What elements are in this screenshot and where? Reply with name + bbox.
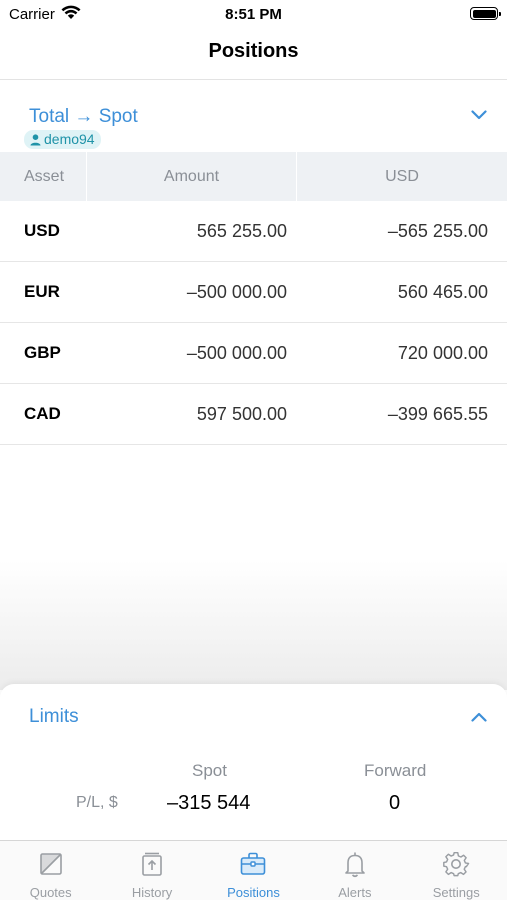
chevron-down-icon[interactable] [471, 110, 487, 120]
status-time: 8:51 PM [225, 6, 282, 23]
limits-panel: Limits Spot Forward P/L, $ –315 544 0 [0, 684, 507, 840]
amount-cell: 565 255.00 [196, 220, 287, 241]
table-row[interactable]: CAD 597 500.00 –399 665.55 [0, 384, 507, 445]
table-row[interactable]: GBP –500 000.00 720 000.00 [0, 323, 507, 384]
quotes-icon [39, 853, 62, 875]
account-badge: demo94 [24, 130, 101, 149]
chevron-up-icon[interactable] [471, 712, 487, 722]
asset-cell: EUR [24, 282, 60, 301]
tab-label: Alerts [338, 885, 372, 900]
bell-icon [345, 852, 365, 878]
filter-title[interactable]: Total → Spot [29, 106, 138, 128]
column-header-asset[interactable]: Asset [0, 152, 87, 201]
limits-spot-value: –315 544 [167, 792, 251, 814]
positions-filter-header[interactable]: Total → Spot demo94 [0, 80, 507, 152]
tab-history[interactable]: History [101, 841, 202, 900]
positions-icon [241, 852, 266, 875]
tab-label: Positions [227, 885, 280, 900]
table-header: Asset Amount USD [0, 152, 507, 201]
limits-forward-value: 0 [389, 792, 401, 814]
limits-row-label: P/L, $ [76, 794, 118, 811]
amount-cell: 597 500.00 [196, 403, 287, 424]
status-bar: Carrier 8:51 PM [0, 0, 507, 28]
user-icon [30, 133, 41, 145]
tab-positions[interactable]: Positions [203, 841, 304, 900]
asset-cell: CAD [24, 404, 61, 423]
table-row[interactable]: EUR –500 000.00 560 465.00 [0, 262, 507, 323]
limits-column-spot: Spot [192, 761, 227, 780]
tab-label: Quotes [29, 885, 72, 900]
column-header-amount[interactable]: Amount [87, 152, 297, 201]
page-title: Positions [208, 40, 299, 62]
battery-icon [470, 7, 501, 20]
limits-title[interactable]: Limits [29, 706, 79, 728]
nav-bar: Positions [0, 28, 507, 80]
usd-cell: –399 665.55 [387, 403, 488, 424]
positions-table: Asset Amount USD USD 565 255.00 –565 255… [0, 152, 507, 445]
tab-quotes[interactable]: Quotes [0, 841, 101, 900]
tab-label: Settings [432, 885, 480, 900]
history-icon [142, 852, 162, 876]
asset-cell: GBP [24, 343, 61, 362]
amount-cell: –500 000.00 [186, 342, 287, 363]
background-fade [0, 560, 507, 690]
account-name: demo94 [44, 131, 95, 147]
table-row[interactable]: USD 565 255.00 –565 255.00 [0, 201, 507, 262]
tab-bar: Quotes History Positions Alerts Settings [0, 840, 507, 900]
amount-cell: –500 000.00 [186, 281, 287, 302]
tab-label: History [131, 885, 173, 900]
asset-cell: USD [24, 221, 60, 240]
gear-icon [443, 851, 470, 877]
tab-alerts[interactable]: Alerts [304, 841, 405, 900]
usd-cell: 720 000.00 [397, 342, 488, 363]
usd-cell: –565 255.00 [387, 220, 488, 241]
usd-cell: 560 465.00 [397, 281, 488, 302]
limits-column-forward: Forward [364, 761, 427, 780]
tab-settings[interactable]: Settings [406, 841, 507, 900]
column-header-usd[interactable]: USD [297, 152, 507, 201]
